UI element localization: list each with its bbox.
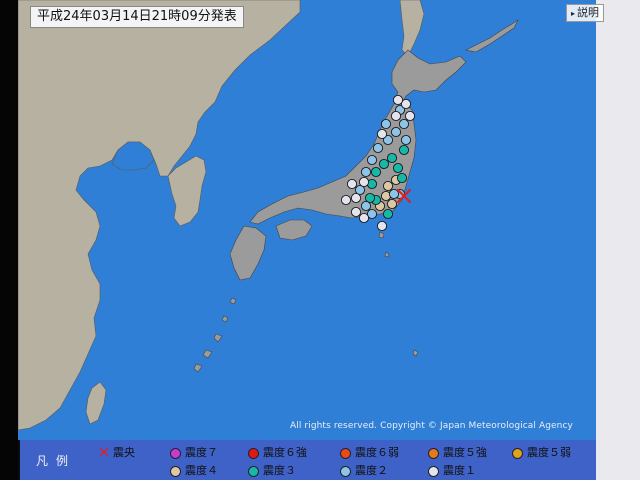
- station-intensity-1: [376, 220, 388, 232]
- station-intensity-3: [392, 162, 404, 174]
- legend-label: 震度４: [185, 464, 218, 477]
- station-intensity-2: [366, 154, 378, 166]
- intensity-5-lower-icon: [512, 447, 523, 459]
- screen: 平成24年03月14日21時09分発表 ▸ 説明 All rights reser…: [0, 0, 640, 480]
- epicenter-x-icon: ✕: [98, 445, 110, 461]
- station-intensity-2: [372, 142, 384, 154]
- station-intensity-3: [370, 166, 382, 178]
- station-intensity-3: [396, 172, 408, 184]
- legend: 凡例 ✕ 震央 震度７ 震度６強 震度６弱 震度５強 震度５弱震度４ 震度３ 震度２ 震度１: [20, 440, 596, 480]
- station-intensity-1: [350, 192, 362, 204]
- station-intensity-1: [404, 110, 416, 122]
- station-intensity-2: [398, 118, 410, 130]
- announcement-timestamp: 平成24年03月14日21時09分発表: [30, 6, 244, 28]
- legend-label: 震度７: [185, 446, 218, 459]
- legend-label: 震度５弱: [527, 446, 571, 459]
- legend-item: 震度３: [248, 463, 296, 479]
- station-intensity-2: [400, 134, 412, 146]
- station-intensity-1: [358, 176, 370, 188]
- station-intensity-1: [390, 110, 402, 122]
- station-intensity-2: [360, 200, 372, 212]
- legend-label: 震度６強: [263, 446, 307, 459]
- station-intensity-2: [360, 166, 372, 178]
- legend-item: ✕ 震央: [98, 445, 135, 461]
- monitor-left-bezel: [0, 0, 18, 480]
- station-intensity-1: [358, 212, 370, 224]
- station-intensity-1: [350, 206, 362, 218]
- station-intensity-3: [386, 152, 398, 164]
- intensity-1-icon: [428, 465, 439, 477]
- intensity-7-icon: [170, 447, 181, 459]
- intensity-2-icon: [340, 465, 351, 477]
- intensity-4-icon: [170, 465, 181, 477]
- station-intensity-2: [380, 118, 392, 130]
- copyright-notice: All rights reserved. Copyright © Japan M…: [290, 421, 573, 431]
- help-label: 説明: [577, 6, 599, 19]
- station-intensity-1: [392, 94, 404, 106]
- legend-item: 震度５弱: [512, 445, 571, 461]
- intensity-6-upper-icon: [248, 447, 259, 459]
- legend-item: 震度７: [170, 445, 218, 461]
- intensity-5-upper-icon: [428, 447, 439, 459]
- legend-label: 震度２: [355, 464, 388, 477]
- page-right-margin: [596, 0, 640, 480]
- station-intensity-4: [386, 198, 398, 210]
- legend-item: 震度６弱: [340, 445, 399, 461]
- station-intensity-1: [340, 194, 352, 206]
- legend-item: 震度５強: [428, 445, 487, 461]
- legend-label: 震度５強: [443, 446, 487, 459]
- legend-label: 震央: [113, 446, 135, 459]
- legend-title: 凡例: [36, 454, 77, 468]
- station-intensity-3: [382, 208, 394, 220]
- legend-label: 震度１: [443, 464, 476, 477]
- intensity-6-lower-icon: [340, 447, 351, 459]
- legend-label: 震度３: [263, 464, 296, 477]
- legend-label: 震度６弱: [355, 446, 399, 459]
- intensity-3-icon: [248, 465, 259, 477]
- seismic-intensity-map: [17, 0, 596, 440]
- station-intensity-2: [388, 188, 400, 200]
- help-arrow-icon: ▸: [570, 9, 575, 18]
- station-intensity-2: [390, 126, 402, 138]
- legend-item: 震度１: [428, 463, 476, 479]
- station-intensity-1: [346, 178, 358, 190]
- legend-item: 震度４: [170, 463, 218, 479]
- station-intensity-3: [398, 144, 410, 156]
- station-intensity-4: [382, 180, 394, 192]
- legend-item: 震度２: [340, 463, 388, 479]
- legend-item: 震度６強: [248, 445, 307, 461]
- station-intensity-3: [378, 158, 390, 170]
- help-link[interactable]: ▸ 説明: [565, 4, 604, 22]
- station-intensity-1: [376, 128, 388, 140]
